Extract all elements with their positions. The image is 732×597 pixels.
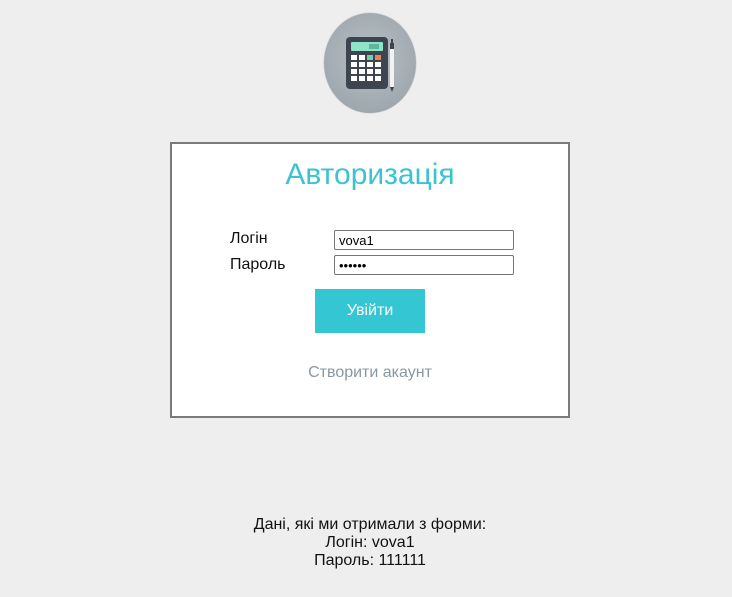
calculator-icon xyxy=(346,37,394,92)
logo xyxy=(324,13,416,113)
password-label: Пароль xyxy=(230,256,286,273)
form-title: Авторизація xyxy=(285,158,455,191)
login-label: Логін xyxy=(230,230,268,247)
password-input[interactable] xyxy=(334,255,514,275)
create-account-link[interactable]: Створити акаунт xyxy=(172,364,568,382)
result-password: Пароль: 111111 xyxy=(314,552,426,569)
page: Авторизація Логін Пароль Увійти Створити… xyxy=(0,0,732,597)
login-form: Авторизація Логін Пароль Увійти Створити… xyxy=(170,142,570,418)
form-result: Дані, які ми отримали з форми: Логін: vo… xyxy=(0,516,732,570)
login-button[interactable]: Увійти xyxy=(315,289,425,333)
login-input[interactable] xyxy=(334,230,514,250)
result-login: Логін: vova1 xyxy=(325,534,415,551)
result-heading: Дані, які ми отримали з форми: xyxy=(253,516,487,533)
